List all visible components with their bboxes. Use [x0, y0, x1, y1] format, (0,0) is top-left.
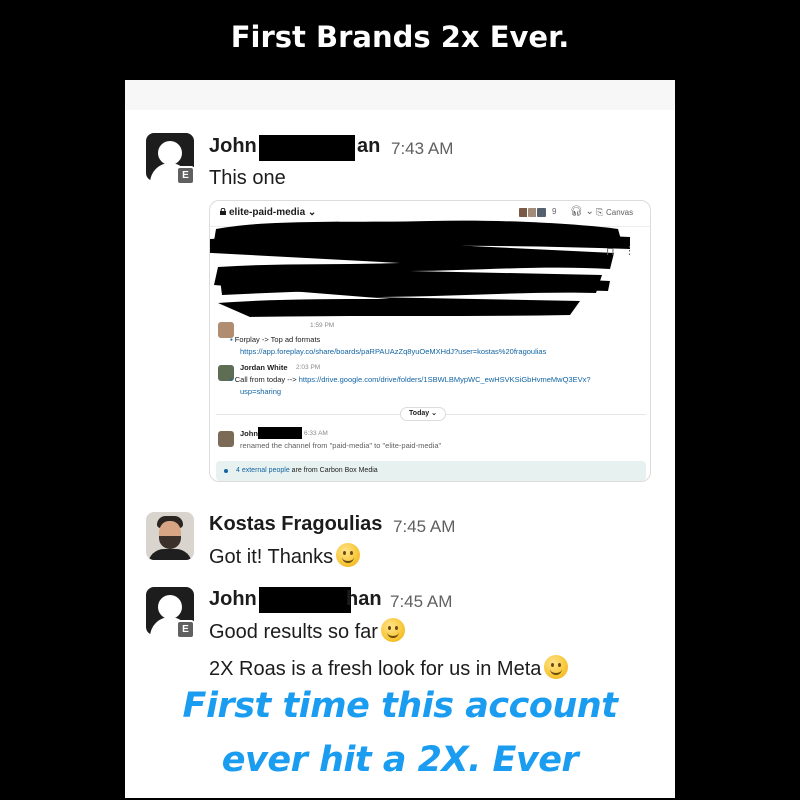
message-time[interactable]: 7:45 AM [393, 517, 455, 537]
message-text: Got it! Thanks [209, 543, 361, 569]
slightly-smiling-emoji-icon [336, 543, 361, 567]
caption-line-2: ever hit a 2X. Ever [221, 740, 579, 780]
canvas-icon[interactable]: ⎘ [596, 207, 603, 218]
embed-msg3-time[interactable]: 6:33 AM [304, 430, 328, 437]
info-dot-icon [224, 469, 228, 473]
avatar-head [158, 141, 182, 165]
external-people-link[interactable]: 4 external people [236, 467, 290, 474]
embed-avatar-john[interactable] [218, 431, 234, 447]
sender-name-suffix: an [357, 135, 381, 157]
message-text-continued: 2X Roas is a fresh look for us in Meta [209, 655, 569, 681]
sender-name-john[interactable]: John [209, 135, 257, 158]
external-badge: E [176, 620, 195, 639]
embed-msg1-text: ▪ Forplay -> Top ad formats [230, 335, 321, 344]
embed-msg2-time[interactable]: 2:03 PM [296, 364, 320, 371]
bookmark-icon[interactable]: ⊓ [606, 245, 615, 258]
member-avatars[interactable] [518, 207, 548, 219]
slack-screenshot-card: E John an 7:43 AM This one elite-paid-me… [125, 80, 675, 798]
message-text: Good results so far [209, 618, 405, 644]
embed-msg2-text: ▪ Call from today --> https://drive.goog… [230, 375, 591, 384]
sender-name-kostas[interactable]: Kostas Fragoulias [209, 513, 382, 536]
embed-redaction-bar [258, 427, 302, 439]
embed-msg1-link[interactable]: https://app.foreplay.co/share/boards/paR… [240, 347, 546, 356]
page-title: First Brands 2x Ever. [230, 20, 570, 54]
avatar-john[interactable]: E [146, 587, 195, 639]
external-people-banner: 4 external people are from Carbon Box Me… [216, 461, 646, 481]
sender-name-john[interactable]: John [209, 588, 257, 611]
redaction-scribble [210, 220, 630, 317]
lock-icon [220, 208, 226, 215]
card-top-strip [125, 80, 675, 110]
embedded-screenshot: elite-paid-media ⌄ 9 🎧︎ ⌄ ⎘ Canvas ⊓ ⋮ 1… [209, 200, 651, 482]
canvas-button[interactable]: Canvas [606, 208, 633, 217]
more-icon[interactable]: ⋮ [624, 244, 635, 257]
sender-name-suffix: han [346, 588, 382, 610]
avatar-kostas[interactable] [146, 512, 194, 560]
redaction-bar [259, 587, 351, 613]
embed-msg2-name[interactable]: Jordan White [240, 363, 288, 372]
avatar-john[interactable]: E [146, 133, 195, 185]
today-pill[interactable]: Today ⌄ [400, 407, 446, 421]
embed-msg3-text: renamed the channel from "paid-media" to… [240, 441, 442, 450]
redaction-bar [259, 135, 355, 161]
slightly-smiling-emoji-icon [544, 655, 569, 679]
external-people-text: are from Carbon Box Media [291, 467, 378, 474]
message-time[interactable]: 7:43 AM [391, 139, 453, 159]
embed-msg2-link-cont[interactable]: usp=sharing [240, 387, 281, 396]
headphones-icon[interactable]: 🎧︎ ⌄ [570, 206, 594, 217]
member-count[interactable]: 9 [552, 207, 556, 216]
message-text: This one [209, 167, 286, 189]
avatar-head [158, 595, 182, 619]
external-badge: E [176, 166, 195, 185]
embed-channel-name[interactable]: elite-paid-media ⌄ [229, 207, 316, 218]
caption-line-1: First time this account [182, 686, 618, 726]
slightly-smiling-emoji-icon [380, 618, 405, 642]
embed-msg2-link[interactable]: https://drive.google.com/drive/folders/1… [299, 375, 591, 384]
message-time[interactable]: 7:45 AM [390, 592, 452, 612]
embed-msg1-time[interactable]: 1:59 PM [310, 322, 334, 329]
